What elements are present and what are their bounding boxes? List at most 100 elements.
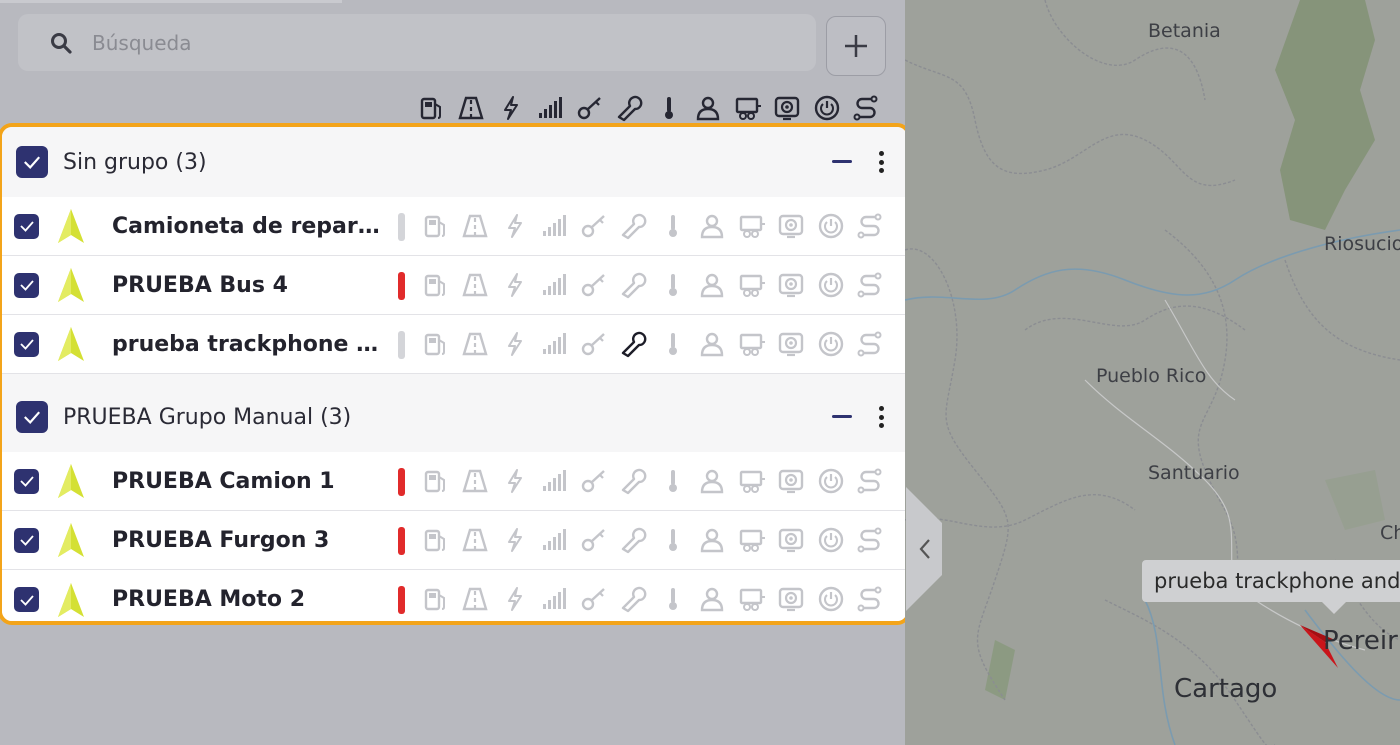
map-place-label: Betania xyxy=(1148,20,1221,42)
vehicle-row[interactable]: PRUEBA Furgon 3 xyxy=(2,511,907,570)
fuel-icon xyxy=(416,266,456,304)
status-indicator xyxy=(398,468,405,496)
trailer-icon xyxy=(732,207,772,245)
vehicle-name[interactable]: PRUEBA Furgon 3 xyxy=(112,528,382,553)
power-icon xyxy=(811,580,851,618)
signal-icon xyxy=(535,207,575,245)
group-header: Sin grupo (3) xyxy=(2,127,907,197)
route-icon xyxy=(851,462,891,500)
power-icon xyxy=(807,90,847,126)
route-icon xyxy=(851,207,891,245)
vehicle-direction-arrow-icon xyxy=(56,462,86,500)
camera-icon xyxy=(772,580,812,618)
wrench-icon xyxy=(614,266,654,304)
driver-icon xyxy=(693,580,733,618)
group-collapse-button[interactable] xyxy=(832,160,852,163)
route-icon xyxy=(851,580,891,618)
road-icon xyxy=(456,462,496,500)
key-icon xyxy=(574,462,614,500)
group-menu-icon[interactable] xyxy=(873,404,889,430)
group-menu-icon[interactable] xyxy=(873,149,889,175)
vehicle-name[interactable]: PRUEBA Camion 1 xyxy=(112,469,382,494)
map-place-label: Cartago xyxy=(1174,674,1278,704)
search-input[interactable] xyxy=(92,30,692,55)
lightning-icon xyxy=(495,521,535,559)
status-indicator xyxy=(398,331,405,359)
road-icon xyxy=(456,580,496,618)
add-button[interactable] xyxy=(826,16,886,76)
vehicle-checkbox[interactable] xyxy=(14,272,39,298)
vehicle-row[interactable]: PRUEBA Camion 1 xyxy=(2,452,907,511)
vehicle-name[interactable]: Camioneta de reparto xyxy=(112,214,382,239)
map-place-label: Ch xyxy=(1380,522,1400,544)
vehicle-direction-arrow-icon xyxy=(56,325,86,363)
group-checkbox[interactable] xyxy=(16,401,48,433)
lightning-icon xyxy=(495,325,535,363)
group-collapse-button[interactable] xyxy=(832,415,852,418)
route-icon xyxy=(851,325,891,363)
key-icon xyxy=(574,521,614,559)
collapse-panel-tab[interactable] xyxy=(906,487,942,611)
fuel-icon xyxy=(416,325,456,363)
signal-icon xyxy=(535,266,575,304)
signal-icon xyxy=(535,462,575,500)
wrench-icon xyxy=(614,207,654,245)
fuel-icon xyxy=(412,90,452,126)
wrench-icon xyxy=(614,462,654,500)
fuel-icon xyxy=(416,521,456,559)
vehicle-row[interactable]: prueba trackphone a... xyxy=(2,315,907,374)
search-bar[interactable] xyxy=(18,14,816,71)
panel-top-divider xyxy=(0,0,905,4)
lightning-icon xyxy=(491,90,531,126)
group-checkbox[interactable] xyxy=(16,146,48,178)
vehicle-checkbox[interactable] xyxy=(14,331,39,357)
key-icon xyxy=(570,90,610,126)
lightning-icon xyxy=(495,266,535,304)
vehicle-row[interactable]: PRUEBA Moto 2 xyxy=(2,570,907,621)
vehicle-map-tooltip: prueba trackphone and xyxy=(1142,560,1400,614)
status-indicator xyxy=(398,586,405,614)
group-name: PRUEBA Grupo Manual (3) xyxy=(63,404,352,430)
vehicle-name[interactable]: PRUEBA Moto 2 xyxy=(112,587,382,612)
key-icon xyxy=(574,266,614,304)
signal-icon xyxy=(535,521,575,559)
driver-icon xyxy=(693,325,733,363)
wrench-icon xyxy=(614,521,654,559)
map-view[interactable]: Betania Riosucio Pueblo Rico Santuario Ch Per… xyxy=(905,0,1400,745)
vehicle-name[interactable]: prueba trackphone a... xyxy=(112,332,382,357)
power-icon xyxy=(811,521,851,559)
driver-icon xyxy=(693,462,733,500)
vehicle-checkbox[interactable] xyxy=(14,587,39,612)
fuel-icon xyxy=(416,580,456,618)
map-place-label: Riosucio xyxy=(1324,233,1400,255)
map-place-label: Pueblo Rico xyxy=(1096,365,1207,387)
camera-icon xyxy=(772,325,812,363)
status-indicator xyxy=(398,272,405,300)
route-icon xyxy=(847,90,887,126)
thermometer-icon xyxy=(653,266,693,304)
thermometer-icon xyxy=(653,580,693,618)
road-icon xyxy=(456,266,496,304)
vehicle-checkbox[interactable] xyxy=(14,527,39,553)
key-icon xyxy=(574,580,614,618)
vehicle-row[interactable]: Camioneta de reparto xyxy=(2,197,907,256)
power-icon xyxy=(811,266,851,304)
vehicle-row[interactable]: PRUEBA Bus 4 xyxy=(2,256,907,315)
column-header-icons xyxy=(412,90,886,126)
driver-icon xyxy=(693,266,733,304)
vehicle-direction-arrow-icon xyxy=(56,521,86,559)
key-icon xyxy=(574,207,614,245)
lightning-icon xyxy=(495,462,535,500)
vehicle-checkbox[interactable] xyxy=(14,468,39,494)
thermometer-icon xyxy=(649,90,689,126)
power-icon xyxy=(811,325,851,363)
vehicle-status-icons xyxy=(416,325,890,363)
vehicle-status-icons xyxy=(416,266,890,304)
signal-icon xyxy=(531,90,571,126)
vehicle-name[interactable]: PRUEBA Bus 4 xyxy=(112,273,382,298)
vehicle-checkbox[interactable] xyxy=(14,213,39,239)
group-name: Sin grupo (3) xyxy=(63,149,207,175)
lightning-icon xyxy=(495,580,535,618)
trailer-icon xyxy=(728,90,768,126)
group-header: PRUEBA Grupo Manual (3) xyxy=(2,382,907,452)
